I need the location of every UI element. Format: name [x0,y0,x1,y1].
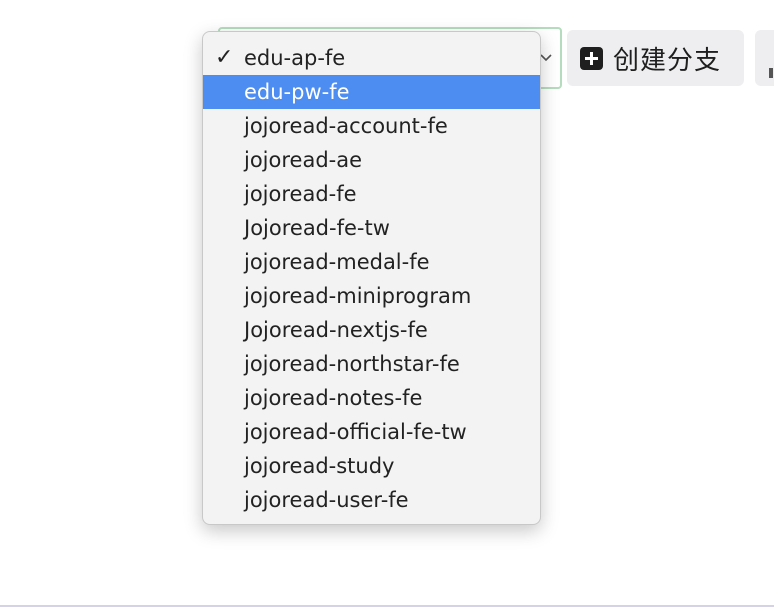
toolbar-next-button[interactable] [755,30,774,86]
dropdown-option[interactable]: edu-pw-fe [203,75,540,109]
dropdown-option-label: jojoread-medal-fe [244,250,430,274]
dropdown-option[interactable]: jojoread-ae [203,143,540,177]
repo-dropdown-list: ✓ edu-ap-fe edu-pw-fe jojoread-account-fe jo… [202,31,541,525]
dropdown-option[interactable]: jojoread-medal-fe [203,245,540,279]
dropdown-option-label: jojoread-miniprogram [244,284,472,308]
checkmark-icon: ✓ [215,45,234,70]
dropdown-option[interactable]: jojoread-official-fe-tw [203,415,540,449]
dropdown-option-label: jojoread-northstar-fe [244,352,460,376]
dropdown-option-label: jojoread-ae [244,148,363,172]
dropdown-option-label: jojoread-notes-fe [244,386,423,410]
dropdown-option-label: jojoread-fe [244,182,357,206]
dropdown-option[interactable]: Jojoread-fe-tw [203,211,540,245]
dropdown-option-label: edu-pw-fe [244,80,350,104]
dropdown-option-label: edu-ap-fe [244,46,346,70]
dropdown-option-label: jojoread-official-fe-tw [244,420,467,444]
plus-square-icon [580,46,603,70]
dropdown-option[interactable]: jojoread-account-fe [203,109,540,143]
dropdown-option-label: Jojoread-nextjs-fe [244,318,428,342]
create-branch-label: 创建分支 [613,45,722,76]
dropdown-option[interactable]: ✓ edu-ap-fe [203,41,540,75]
dropdown-option-label: jojoread-study [244,454,395,478]
dropdown-option-label: jojoread-account-fe [244,114,448,138]
dropdown-option[interactable]: jojoread-notes-fe [203,381,540,415]
dropdown-option-label: jojoread-user-fe [244,488,409,512]
dropdown-option[interactable]: Jojoread-nextjs-fe [203,313,540,347]
dropdown-option[interactable]: jojoread-study [203,449,540,483]
divider [0,605,774,607]
partial-icon [769,68,773,78]
dropdown-option-label: Jojoread-fe-tw [244,216,390,240]
dropdown-option[interactable]: jojoread-miniprogram [203,279,540,313]
dropdown-option[interactable]: jojoread-fe [203,177,540,211]
dropdown-option[interactable]: jojoread-user-fe [203,483,540,517]
dropdown-option[interactable]: jojoread-northstar-fe [203,347,540,381]
create-branch-button[interactable]: 创建分支 [567,30,744,86]
